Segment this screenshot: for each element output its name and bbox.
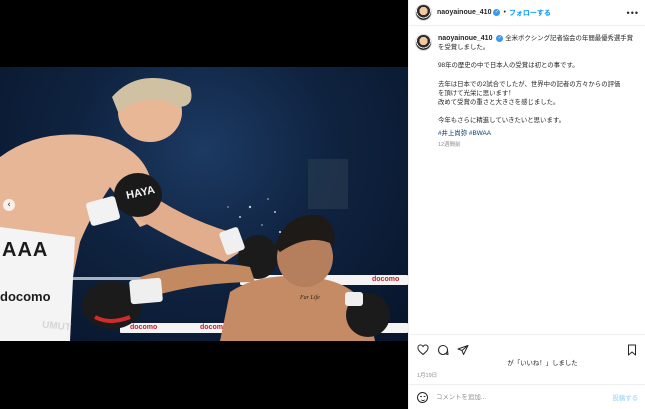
comment-input[interactable] xyxy=(436,393,596,401)
caption-line-7: 今年もさらに精進していきたいと思います。 xyxy=(438,117,565,125)
tattoo-text: Far Life xyxy=(300,295,320,301)
post-media[interactable]: docomo docomo docomo docomo xyxy=(0,0,408,409)
post-date: 1月19日 xyxy=(417,373,438,379)
follow-button[interactable]: フォローする xyxy=(509,8,551,18)
caption-line-1: naoyainoue_410 ✓ 全米ボクシング記者協会の年間最優秀選手賞 xyxy=(438,34,636,43)
post-header: naoyainoue_410 ✓ • フォローする ••• xyxy=(409,0,645,26)
caption-gap xyxy=(438,107,636,116)
caption-line-3: 98年の歴史の中で日本人の受賞は初との事です。 xyxy=(438,62,579,70)
caption-hashtags[interactable]: #井上尚弥 #BWAA xyxy=(438,129,636,138)
caption-text-1: 全米ボクシング記者協会の年間最優秀選手賞 xyxy=(505,35,634,42)
boxers-illustration xyxy=(0,78,390,341)
caption-gap xyxy=(438,71,636,80)
caption-time-ago: 12週間前 xyxy=(438,141,461,148)
bookmark-icon[interactable] xyxy=(626,343,638,355)
caption-line-2: を受賞しました。 xyxy=(438,44,490,52)
header-username[interactable]: naoyainoue_410 xyxy=(437,9,491,16)
media-prev-button[interactable]: ‹ xyxy=(3,199,15,211)
caption-gap xyxy=(438,52,636,61)
header-separator: • xyxy=(503,9,506,16)
caption-line-5: を頂けて光栄に思います！ xyxy=(438,89,515,97)
avatar[interactable] xyxy=(415,4,432,21)
more-options-icon[interactable]: ••• xyxy=(627,8,639,18)
caption-line-6: 改めて受賞の重さと大きさを感じました。 xyxy=(438,99,560,107)
caption-username[interactable]: naoyainoue_410 xyxy=(438,35,492,42)
share-icon[interactable] xyxy=(457,343,469,355)
caption-avatar[interactable] xyxy=(415,34,432,51)
trunks-logo: docomo xyxy=(0,289,51,304)
heart-icon[interactable] xyxy=(417,343,429,355)
post-comment-button[interactable]: 投稿する xyxy=(612,393,638,402)
post-caption: naoyainoue_410 ✓ 全米ボクシング記者協会の年間最優秀選手賞 を受賞… xyxy=(409,26,645,150)
trunks-text: AAA xyxy=(2,239,49,261)
comment-bar: 投稿する xyxy=(409,384,645,409)
post-sidebar: naoyainoue_410 ✓ • フォローする ••• naoyainoue… xyxy=(408,0,645,409)
verified-badge-icon: ✓ xyxy=(493,9,501,16)
caption-line-4: 去年は日本での2試合でしたが、世界中の記者の方々からの評価 xyxy=(438,80,621,88)
comment-icon[interactable] xyxy=(437,343,449,355)
post-photo: docomo docomo docomo docomo xyxy=(0,67,408,341)
verified-badge-icon: ✓ xyxy=(496,34,504,42)
emoji-icon[interactable] xyxy=(417,391,428,403)
likes-text[interactable]: が「いいね！」しました xyxy=(409,358,645,367)
caption-body: naoyainoue_410 ✓ 全米ボクシング記者協会の年間最優秀選手賞 を受賞… xyxy=(438,34,636,150)
